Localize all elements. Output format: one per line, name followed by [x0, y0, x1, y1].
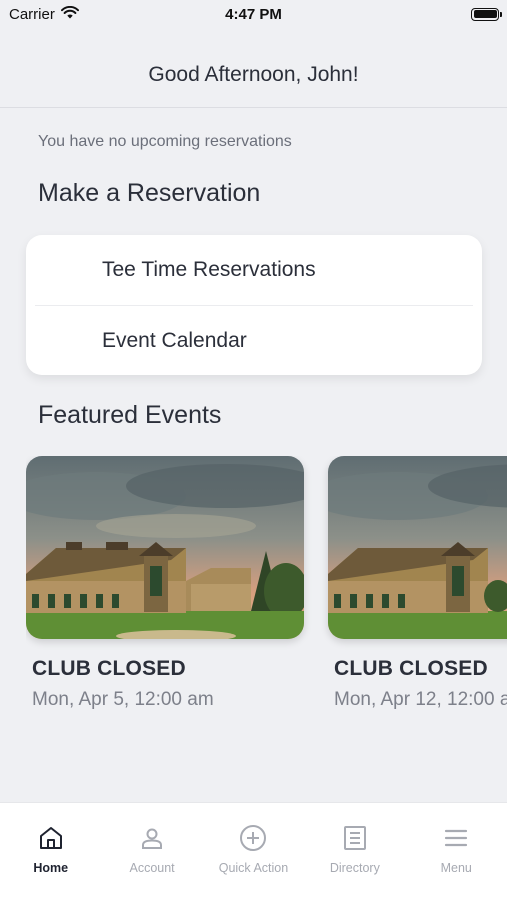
carrier-label: Carrier — [9, 5, 55, 23]
tab-label: Home — [33, 861, 69, 875]
event-title: CLUB CLOSED — [334, 657, 488, 680]
tab-quick-action[interactable]: Quick Action — [203, 823, 303, 900]
account-icon — [137, 823, 167, 853]
plus-circle-icon — [238, 823, 268, 853]
wifi-icon — [60, 5, 79, 23]
reservation-options-card: Tee Time Reservations Event Calendar — [26, 235, 482, 375]
event-calendar-item[interactable]: Event Calendar — [26, 306, 482, 376]
event-image — [26, 456, 304, 639]
directory-icon — [340, 823, 370, 853]
tee-time-label: Tee Time Reservations — [102, 258, 316, 281]
event-calendar-label: Event Calendar — [102, 329, 247, 352]
event-title: CLUB CLOSED — [32, 657, 186, 680]
tab-account[interactable]: Account — [102, 823, 202, 900]
tab-label: Menu — [440, 861, 472, 875]
event-image — [328, 456, 507, 639]
tee-time-reservations-item[interactable]: Tee Time Reservations — [26, 235, 482, 305]
home-icon — [36, 823, 66, 853]
featured-events-title: Featured Events — [38, 401, 222, 429]
menu-icon — [441, 823, 471, 853]
tab-bar: Home Account Quick Action Directory Menu — [0, 802, 507, 900]
event-date: Mon, Apr 5, 12:00 am — [32, 689, 214, 710]
tab-label: Quick Action — [218, 861, 289, 875]
greeting-title: Good Afternoon, John! — [148, 62, 359, 86]
header: Good Afternoon, John! — [0, 42, 507, 108]
event-card[interactable]: CLUB CLOSED Mon, Apr 5, 12:00 am — [26, 456, 304, 711]
battery-icon — [471, 7, 502, 21]
status-bar: Carrier 4:47 PM — [0, 0, 507, 28]
featured-events-carousel[interactable]: CLUB CLOSED Mon, Apr 5, 12:00 am CLUB CL… — [26, 456, 507, 726]
tab-home[interactable]: Home — [1, 823, 101, 900]
tab-directory[interactable]: Directory — [305, 823, 405, 900]
make-reservation-title: Make a Reservation — [38, 179, 261, 207]
tab-label: Account — [129, 861, 175, 875]
tab-label: Directory — [329, 861, 380, 875]
event-card[interactable]: CLUB CLOSED Mon, Apr 12, 12:00 am — [328, 456, 507, 711]
tab-menu[interactable]: Menu — [406, 823, 506, 900]
event-date: Mon, Apr 12, 12:00 am — [334, 689, 507, 710]
no-reservations-text: You have no upcoming reservations — [38, 133, 292, 150]
